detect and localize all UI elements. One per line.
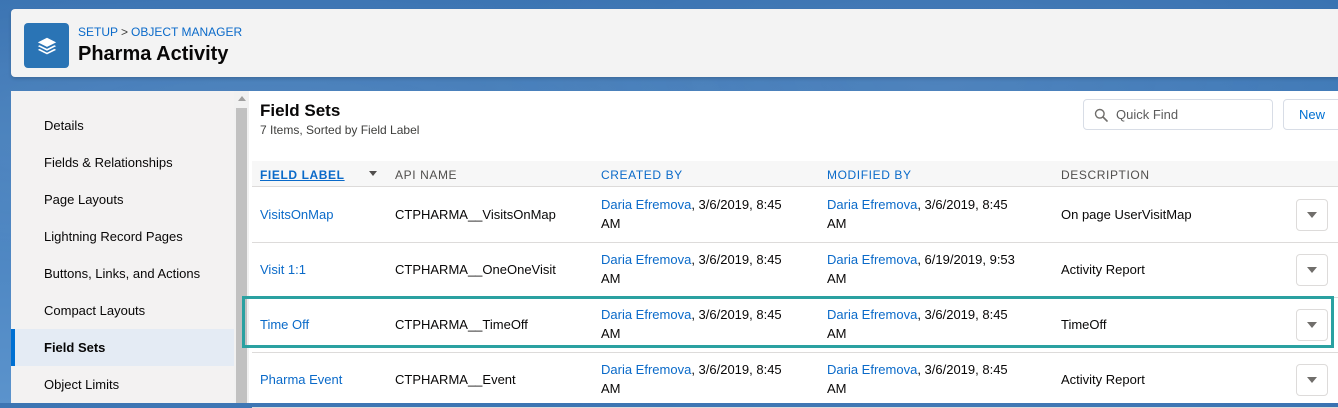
row-actions-button[interactable] [1296,254,1328,286]
scrollbar-thumb[interactable] [236,108,247,403]
created-date: , 3/6/2019, 8:45 [691,362,782,377]
created-by-link[interactable]: Daria Efremova [601,362,691,377]
api-name: CTPHARMA__VisitsOnMap [395,207,556,222]
chevron-down-icon [1307,377,1317,383]
modified-by-link[interactable]: Daria Efremova [827,197,917,212]
item-count: 7 Items, Sorted by Field Label [260,123,420,137]
column-api-name: API NAME [395,168,458,182]
modified-time-suffix: AM [827,271,847,286]
column-modified-by[interactable]: MODIFIED BY [827,168,912,182]
column-description: DESCRIPTION [1061,168,1150,182]
sidebar-item-compact-layouts[interactable]: Compact Layouts [11,292,234,329]
modified-time-suffix: AM [827,216,847,231]
api-name: CTPHARMA__OneOneVisit [395,262,556,277]
table-row: Pharma Event CTPHARMA__Event Daria Efrem… [252,352,1338,408]
column-field-label[interactable]: FIELD LABEL [260,168,345,182]
sidebar-scrollbar[interactable] [234,91,249,403]
modified-date: , 3/6/2019, 8:45 [917,362,1008,377]
sidebar: Details Fields & Relationships Page Layo… [11,91,234,403]
search-icon [1094,108,1108,122]
sidebar-item-details[interactable]: Details [11,107,234,144]
table-row: Visit 1:1 CTPHARMA__OneOneVisit Daria Ef… [252,242,1338,298]
field-sets-content: Field Sets 7 Items, Sorted by Field Labe… [249,91,1338,408]
sidebar-item-object-limits[interactable]: Object Limits [11,366,234,403]
row-actions-button[interactable] [1296,364,1328,396]
breadcrumb-object-manager[interactable]: OBJECT MANAGER [131,25,242,39]
created-date: , 3/6/2019, 8:45 [691,252,782,267]
sidebar-item-field-sets[interactable]: Field Sets [11,329,234,366]
object-header: SETUP > OBJECT MANAGER Pharma Activity [11,9,1338,77]
modified-time-suffix: AM [827,381,847,396]
sidebar-item-lightning-record-pages[interactable]: Lightning Record Pages [11,218,234,255]
modified-date: , 6/19/2019, 9:53 [917,252,1015,267]
created-by-link[interactable]: Daria Efremova [601,197,691,212]
modified-by-link[interactable]: Daria Efremova [827,252,917,267]
column-created-by[interactable]: CREATED BY [601,168,683,182]
modified-date: , 3/6/2019, 8:45 [917,197,1008,212]
description: Activity Report [1061,262,1145,277]
modified-by-link[interactable]: Daria Efremova [827,362,917,377]
created-time-suffix: AM [601,216,621,231]
page-title: Pharma Activity [78,43,229,65]
layers-icon [24,23,69,68]
sidebar-item-fields-relationships[interactable]: Fields & Relationships [11,144,234,181]
sidebar-item-buttons-links-actions[interactable]: Buttons, Links, and Actions [11,255,234,292]
chevron-down-icon [1307,212,1317,218]
row-highlight-annotation [242,296,1334,348]
quick-find-input[interactable] [1083,99,1273,130]
created-by-link[interactable]: Daria Efremova [601,252,691,267]
field-label-link[interactable]: Pharma Event [260,372,342,387]
created-date: , 3/6/2019, 8:45 [691,197,782,212]
description: On page UserVisitMap [1061,207,1192,222]
scroll-up-arrow-icon[interactable] [238,96,246,101]
breadcrumb-separator: > [121,25,129,39]
created-time-suffix: AM [601,271,621,286]
chevron-down-icon [1307,267,1317,273]
created-time-suffix: AM [601,381,621,396]
field-label-link[interactable]: VisitsOnMap [260,207,333,222]
row-actions-button[interactable] [1296,199,1328,231]
new-button[interactable]: New [1283,99,1338,130]
sidebar-item-page-layouts[interactable]: Page Layouts [11,181,234,218]
table-header: FIELD LABEL API NAME CREATED BY MODIFIED… [252,161,1338,187]
field-label-link[interactable]: Visit 1:1 [260,262,306,277]
section-title: Field Sets [260,101,341,120]
api-name: CTPHARMA__Event [395,372,516,387]
description: Activity Report [1061,372,1145,387]
breadcrumb: SETUP > OBJECT MANAGER [78,25,242,39]
main-panel: Details Fields & Relationships Page Layo… [11,91,1338,408]
breadcrumb-setup[interactable]: SETUP [78,25,118,39]
table-row: VisitsOnMap CTPHARMA__VisitsOnMap Daria … [252,187,1338,243]
sort-arrow-icon[interactable] [369,171,377,176]
